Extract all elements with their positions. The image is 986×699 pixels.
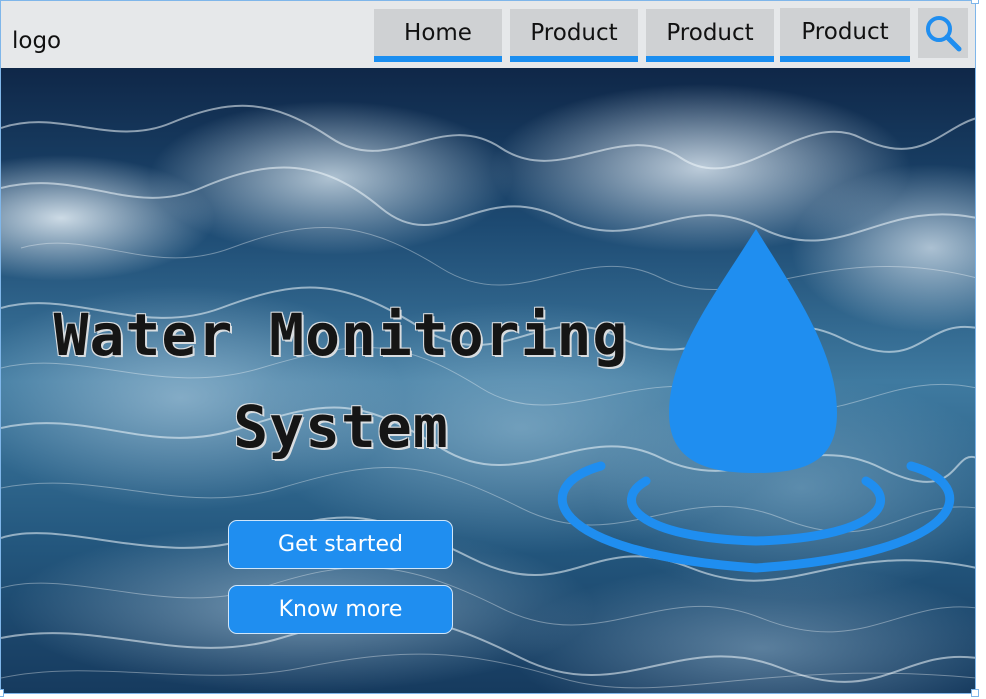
know-more-button[interactable]: Know more — [228, 585, 453, 634]
logo[interactable]: logo — [12, 28, 61, 54]
page-frame: logo Home Product Product Product Water … — [0, 0, 976, 694]
resize-handle-bottom-right[interactable] — [971, 689, 979, 697]
water-drop-icon — [557, 229, 955, 573]
get-started-button[interactable]: Get started — [228, 520, 453, 569]
resize-handle-bottom-left[interactable] — [0, 689, 4, 697]
resize-handle-top-right[interactable] — [971, 0, 979, 4]
nav-tab-product-1[interactable]: Product — [510, 9, 638, 62]
nav-tab-product-2[interactable]: Product — [646, 9, 774, 62]
search-icon — [926, 16, 962, 52]
nav-tab-home[interactable]: Home — [374, 9, 502, 62]
top-navigation-bar: logo Home Product Product Product — [1, 1, 975, 68]
search-button[interactable] — [918, 8, 968, 58]
nav-tab-product-3[interactable]: Product — [780, 8, 910, 62]
